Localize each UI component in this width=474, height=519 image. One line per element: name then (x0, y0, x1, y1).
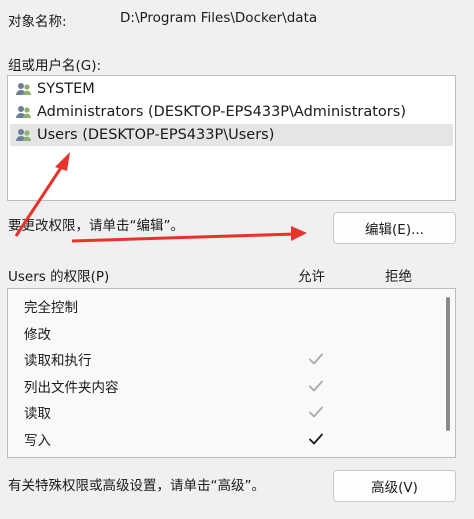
user-list-item[interactable]: Users (DESKTOP-EPS433P\Users) (10, 124, 453, 146)
permission-name: 列出文件夹内容 (24, 379, 119, 396)
users-icon (15, 127, 33, 143)
permission-name: 读取 (24, 406, 51, 422)
permission-row: 完全控制 (8, 293, 441, 319)
permissions-header: Users 的权限(P) (8, 269, 110, 285)
permission-row: 读取和执行 (8, 346, 441, 372)
permission-row: 列出文件夹内容 (8, 373, 441, 399)
permission-name: 读取和执行 (24, 353, 92, 369)
users-icon (15, 104, 33, 120)
permissions-list: 完全控制修改读取和执行列出文件夹内容 读取写入 (7, 288, 456, 458)
check-icon (309, 353, 323, 365)
permission-row: 修改 (8, 320, 441, 346)
permission-row: 读取 (8, 399, 441, 425)
check-icon (309, 380, 323, 391)
user-list-item[interactable]: SYSTEM (10, 78, 453, 100)
permission-name: 写入 (24, 432, 51, 449)
permission-name: 完全控制 (24, 300, 78, 316)
change-permissions-hint: 要更改权限，请单击“编辑”。 (8, 218, 184, 234)
permission-row: 写入 (8, 426, 441, 452)
group-list-label: 组或用户名(G): (8, 58, 102, 74)
deny-column-header: 拒绝 (385, 269, 412, 285)
advanced-button[interactable]: 高级(V) (333, 470, 456, 502)
allow-column-header: 允许 (298, 269, 325, 285)
check-icon (309, 433, 323, 444)
annotation-arrow-to-edit (71, 232, 297, 243)
object-name-value: D:\Program Files\Docker\data (120, 10, 318, 26)
user-list-item[interactable]: Administrators (DESKTOP-EPS433P\Administ… (10, 101, 453, 123)
vertical-scrollbar[interactable] (446, 297, 450, 431)
group-user-list[interactable]: SYSTEM Administrators (DESKTOP-EPS433P\Ad… (7, 75, 456, 201)
advanced-settings-hint: 有关特殊权限或高级设置，请单击“高级”。 (8, 478, 265, 494)
user-list-item-label: SYSTEM (37, 81, 95, 97)
object-name-label: 对象名称: (8, 14, 67, 30)
users-icon (15, 81, 33, 97)
annotation-arrowhead-edit (291, 226, 307, 241)
user-list-item-label: Administrators (DESKTOP-EPS433P\Administ… (37, 104, 406, 120)
check-icon (309, 406, 323, 418)
edit-button[interactable]: 编辑(E)... (333, 212, 456, 244)
permission-name: 修改 (24, 326, 51, 343)
user-list-item-label: Users (DESKTOP-EPS433P\Users) (37, 127, 275, 143)
